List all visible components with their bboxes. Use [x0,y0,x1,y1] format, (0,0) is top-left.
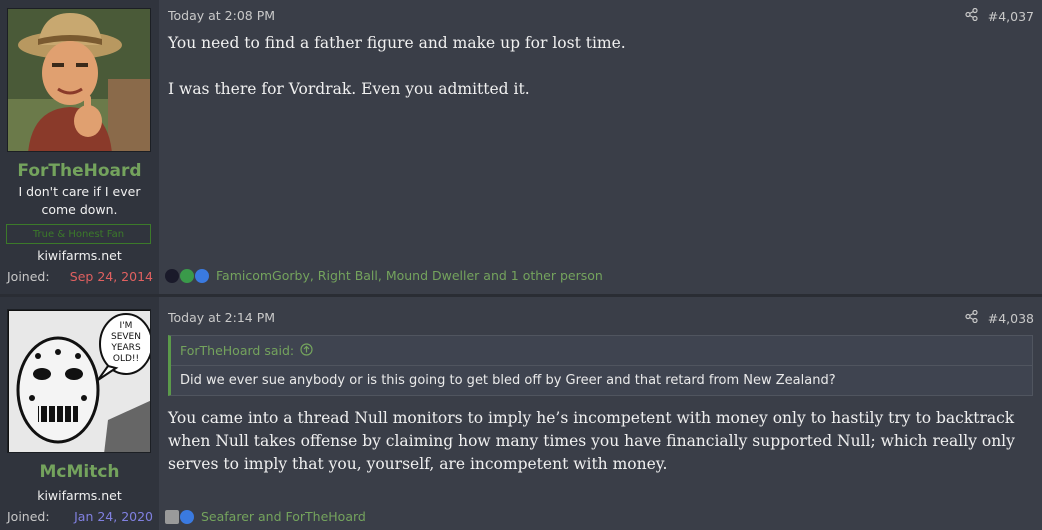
svg-text:OLD!!: OLD!! [113,354,139,364]
like-reaction-icon [195,268,209,283]
svg-text:SEVEN: SEVEN [111,332,141,342]
reactions-text[interactable]: Seafarer and ForTheHoard [201,509,366,524]
post-number[interactable]: #4,037 [988,9,1034,24]
quote-block: ForTheHoard said: Did we ever sue anybod… [168,335,1033,396]
post-meta: #4,038 [965,309,1034,326]
reaction-icons [165,268,210,283]
reaction-icons [165,509,195,524]
post-paragraph: I was there for Vordrak. Even you admitt… [168,80,530,98]
post-date[interactable]: Today at 2:14 PM [168,310,275,325]
svg-text:I'M: I'M [120,321,133,331]
joined-label: Joined: [7,269,50,284]
hat-reaction-icon [165,268,179,283]
joined-row: Joined: Jan 24, 2020 [7,509,153,524]
post-body: You need to find a father figure and mak… [168,32,1032,101]
arrow-up-circle-icon[interactable] [300,342,313,359]
post-meta: #4,037 [965,7,1034,24]
user-pane: I'M SEVEN YEARS OLD!! McMitch kiwifarms.… [0,297,159,530]
avatar[interactable]: I'M SEVEN YEARS OLD!! [7,309,151,453]
like-reaction-icon [180,509,194,524]
username[interactable]: ForTheHoard [0,161,159,181]
post-paragraph: You need to find a father figure and mak… [168,34,626,52]
post-paragraph: You came into a thread Null monitors to … [168,409,1015,473]
quote-text: Did we ever sue anybody or is this going… [180,373,836,388]
share-icon[interactable] [965,309,978,326]
share-icon[interactable] [965,7,978,24]
trash-reaction-icon [165,509,179,524]
post-4038: I'M SEVEN YEARS OLD!! McMitch kiwifarms.… [0,297,1042,530]
post-main: Today at 2:08 PM #4,037 You need to find… [159,0,1042,294]
post-4037: ForTheHoard I don't care if I ever come … [0,0,1042,294]
user-title: I don't care if I ever come down. [18,184,141,217]
joined-label: Joined: [7,509,50,524]
user-site: kiwifarms.net [37,488,122,503]
post-body: You came into a thread Null monitors to … [168,407,1032,476]
quote-header[interactable]: ForTheHoard said: [171,336,1032,366]
svg-text:YEARS: YEARS [110,343,141,353]
user-pane: ForTheHoard I don't care if I ever come … [0,0,159,294]
reactions-bar[interactable]: Seafarer and ForTheHoard [165,509,366,524]
quote-author[interactable]: ForTheHoard said: [180,343,294,358]
user-banner: True & Honest Fan [6,224,151,244]
joined-date: Jan 24, 2020 [74,509,153,524]
avatar[interactable] [7,8,151,152]
reactions-text[interactable]: FamicomGorby, Right Ball, Mound Dweller … [216,268,603,283]
user-site: kiwifarms.net [37,248,122,263]
post-number[interactable]: #4,038 [988,311,1034,326]
post-main: Today at 2:14 PM #4,038 ForTheHoard said… [159,297,1042,530]
joined-date: Sep 24, 2014 [69,269,153,284]
check-reaction-icon [180,268,194,283]
post-date[interactable]: Today at 2:08 PM [168,8,275,23]
joined-row: Joined: Sep 24, 2014 [7,269,153,284]
reactions-bar[interactable]: FamicomGorby, Right Ball, Mound Dweller … [165,268,603,283]
username[interactable]: McMitch [0,462,159,482]
